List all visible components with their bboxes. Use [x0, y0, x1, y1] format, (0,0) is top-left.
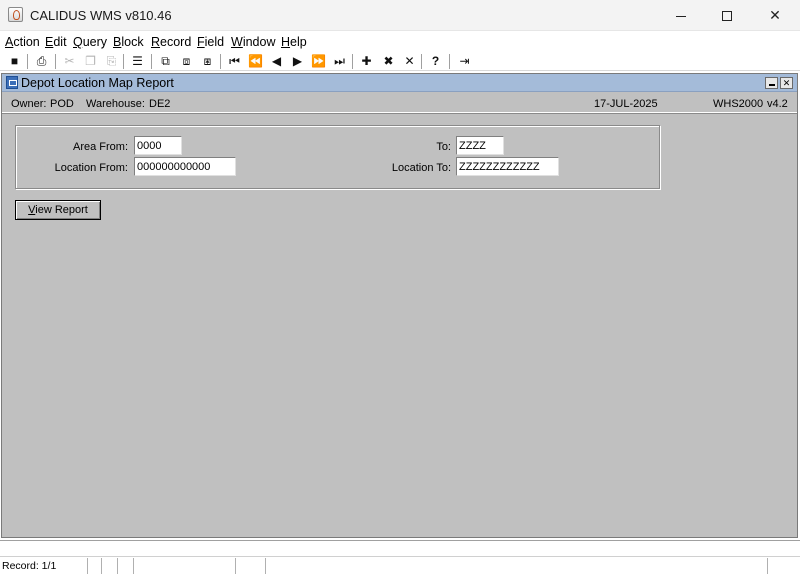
view-report-button[interactable]: View Report — [15, 200, 101, 220]
previous-block-icon[interactable]: ⏪ — [247, 53, 264, 70]
cancel-query-icon[interactable]: ⧆ — [199, 53, 216, 70]
record-counter: Record: 1/1 — [2, 560, 57, 572]
menu-window[interactable]: Window — [231, 35, 275, 49]
location-to-input[interactable] — [456, 157, 559, 176]
owner-value: POD — [50, 98, 74, 110]
close-button[interactable]: ✕ — [752, 0, 798, 31]
status-divider — [133, 558, 134, 574]
execute-query-icon[interactable]: ⧈ — [178, 53, 195, 70]
area-from-label: Area From: — [72, 141, 128, 153]
help-icon[interactable]: ? — [427, 53, 444, 70]
status-divider — [87, 558, 88, 574]
print-icon[interactable]: ⎙ — [33, 53, 50, 70]
window-titlebar[interactable]: CALIDUS WMS v810.46 ✕ — [0, 0, 800, 31]
last-record-icon[interactable]: ⏭ — [331, 53, 348, 70]
warehouse-value: DE2 — [149, 98, 171, 110]
first-record-icon[interactable]: ⏮ — [226, 53, 243, 70]
module-version: v4.2 — [767, 98, 788, 110]
location-from-input[interactable] — [134, 157, 236, 176]
area-to-label: To: — [436, 141, 451, 153]
form-title: Depot Location Map Report — [21, 76, 174, 90]
status-divider — [235, 558, 236, 574]
next-record-icon[interactable]: ▶ — [289, 53, 306, 70]
clear-record-icon[interactable]: ✕ — [401, 53, 418, 70]
toolbar-separator — [55, 54, 56, 69]
toolbar-separator — [151, 54, 152, 69]
toolbar-separator — [421, 54, 422, 69]
minimize-button[interactable] — [658, 0, 704, 31]
cut-icon[interactable]: ✂ — [61, 53, 78, 70]
status-divider — [117, 558, 118, 574]
location-from-label: Location From: — [54, 162, 128, 174]
form-window-icon — [6, 76, 18, 89]
report-form-window: Depot Location Map Report ✕ Owner: POD W… — [1, 73, 798, 538]
form-close-button[interactable]: ✕ — [780, 77, 793, 89]
java-app-icon — [8, 7, 23, 22]
toolbar-separator — [123, 54, 124, 69]
exit-icon[interactable]: ⇥ — [456, 53, 473, 70]
area-from-input[interactable] — [134, 136, 182, 155]
previous-record-icon[interactable]: ◀ — [268, 53, 285, 70]
form-titlebar[interactable]: Depot Location Map Report ✕ — [2, 74, 797, 92]
menu-bar: Action Edit Query Block Record Field Win… — [0, 32, 800, 51]
toolbar-separator — [220, 54, 221, 69]
menu-record[interactable]: Record — [151, 35, 191, 49]
status-line: Record: 1/1 — [0, 558, 800, 574]
area-to-input[interactable] — [456, 136, 504, 155]
maximize-button[interactable] — [704, 0, 750, 31]
minimize-icon — [768, 84, 775, 86]
context-info-bar: Owner: POD Warehouse: DE2 17-JUL-2025 WH… — [2, 93, 797, 113]
owner-label: Owner: — [11, 98, 47, 110]
status-bar: Record: 1/1 — [0, 540, 800, 574]
toolbar: ■ ⎙ ✂ ❐ ⎘ ☰ ⧉ ⧈ ⧆ ⏮ ⏪ ◀ ▶ ⏩ ⏭ ✚ ✖ ✕ ? ⇥ — [0, 52, 800, 71]
status-divider — [265, 558, 266, 574]
menu-help[interactable]: Help — [281, 35, 307, 49]
message-line — [0, 540, 800, 557]
minimize-icon — [676, 15, 686, 17]
app-title: CALIDUS WMS v810.46 — [30, 8, 172, 23]
copy-icon[interactable]: ❐ — [82, 53, 99, 70]
module-code: WHS2000 — [713, 98, 764, 110]
menu-field[interactable]: Field — [197, 35, 224, 49]
status-divider — [767, 558, 768, 574]
status-divider — [101, 558, 102, 574]
toolbar-separator — [27, 54, 28, 69]
menu-edit[interactable]: Edit — [45, 35, 67, 49]
close-icon: ✕ — [782, 78, 791, 88]
menu-query[interactable]: Query — [73, 35, 107, 49]
menu-block[interactable]: Block — [113, 35, 144, 49]
warehouse-label: Warehouse: — [86, 98, 145, 110]
save-icon[interactable]: ■ — [6, 53, 23, 70]
list-icon[interactable]: ☰ — [129, 53, 146, 70]
close-icon: ✕ — [769, 7, 781, 23]
toolbar-separator — [352, 54, 353, 69]
next-block-icon[interactable]: ⏩ — [310, 53, 327, 70]
paste-icon[interactable]: ⎘ — [103, 53, 120, 70]
enter-query-icon[interactable]: ⧉ — [157, 53, 174, 70]
menu-action[interactable]: Action — [5, 35, 40, 49]
report-date: 17-JUL-2025 — [594, 98, 658, 110]
insert-record-icon[interactable]: ✚ — [358, 53, 375, 70]
toolbar-separator — [449, 54, 450, 69]
location-to-label: Location To: — [391, 162, 451, 174]
delete-record-icon[interactable]: ✖ — [380, 53, 397, 70]
maximize-icon — [722, 11, 732, 22]
form-minimize-button[interactable] — [765, 77, 778, 89]
criteria-panel: Area From: To: Location From: Location T… — [15, 125, 660, 189]
